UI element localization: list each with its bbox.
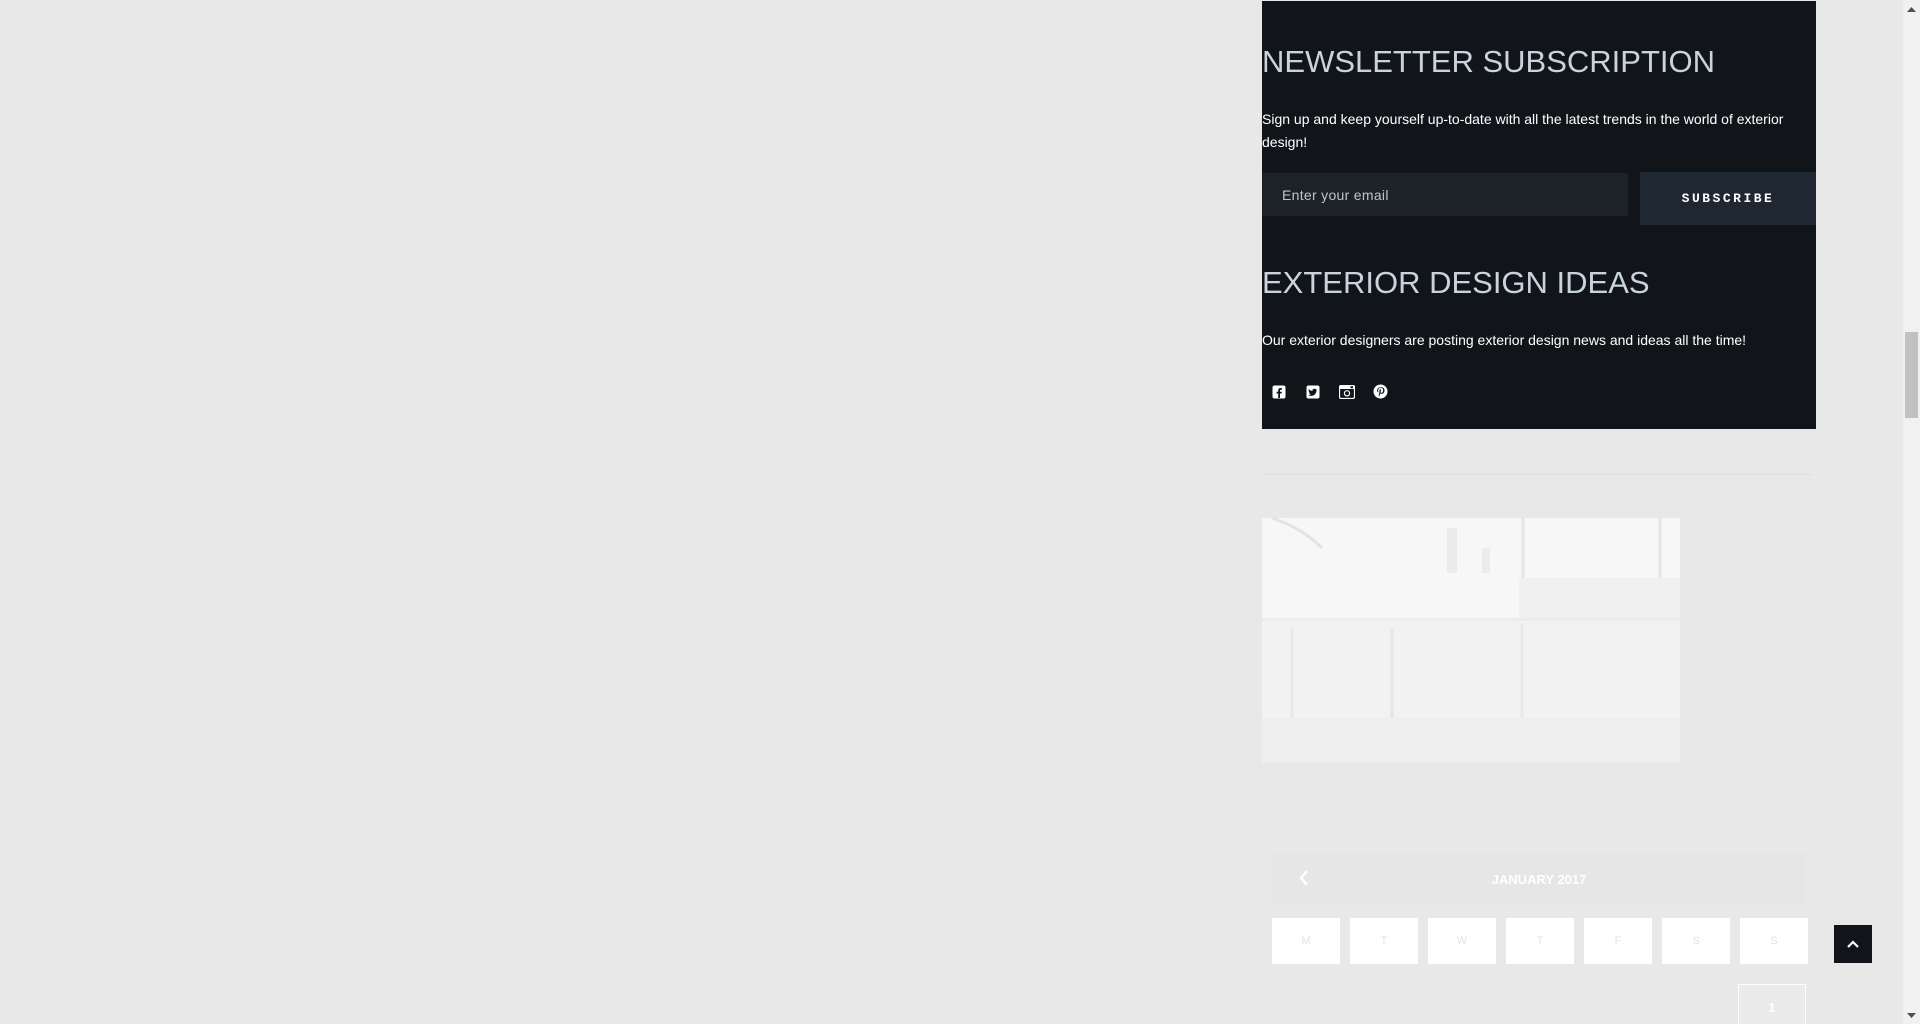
chevron-up-icon <box>1847 940 1859 948</box>
exterior-ideas-title: EXTERIOR DESIGN IDEAS <box>1262 265 1650 300</box>
pinterest-icon[interactable] <box>1372 383 1389 400</box>
facebook-icon[interactable] <box>1270 383 1287 400</box>
twitter-icon[interactable] <box>1304 383 1321 400</box>
social-links <box>1270 383 1389 400</box>
scrollbar-thumb[interactable] <box>1905 332 1918 418</box>
section-divider <box>1262 474 1812 475</box>
instagram-icon[interactable] <box>1338 383 1355 400</box>
page: NEWSLETTER SUBSCRIPTION Sign up and keep… <box>0 0 1920 1024</box>
scroll-up-arrow-icon[interactable] <box>1903 0 1920 17</box>
subscribe-button[interactable]: SUBSCRIBE <box>1640 172 1816 225</box>
back-to-top-button[interactable] <box>1834 925 1872 963</box>
newsletter-widget: NEWSLETTER SUBSCRIPTION Sign up and keep… <box>1262 1 1816 429</box>
exterior-ideas-description: Our exterior designers are posting exter… <box>1262 332 1747 348</box>
weekday-label: T <box>1506 918 1574 964</box>
calendar-date-cell[interactable]: 1 <box>1738 984 1806 1024</box>
newsletter-title: NEWSLETTER SUBSCRIPTION <box>1262 44 1715 79</box>
weekday-label: T <box>1350 918 1418 964</box>
weekday-label: S <box>1740 918 1808 964</box>
weekday-label: F <box>1584 918 1652 964</box>
calendar-weekdays: M T W T F S S <box>1272 918 1808 964</box>
scroll-down-arrow-icon[interactable] <box>1903 1007 1920 1024</box>
email-input[interactable] <box>1262 173 1628 216</box>
weekday-label: W <box>1428 918 1496 964</box>
calendar-header: JANUARY 2017 <box>1272 853 1806 905</box>
calendar-month: JANUARY 2017 <box>1491 872 1587 887</box>
vertical-scrollbar[interactable] <box>1903 0 1920 1024</box>
newsletter-description: Sign up and keep yourself up-to-date wit… <box>1262 111 1784 150</box>
weekday-label: S <box>1662 918 1730 964</box>
weekday-label: M <box>1272 918 1340 964</box>
interior-photo[interactable] <box>1262 518 1680 763</box>
